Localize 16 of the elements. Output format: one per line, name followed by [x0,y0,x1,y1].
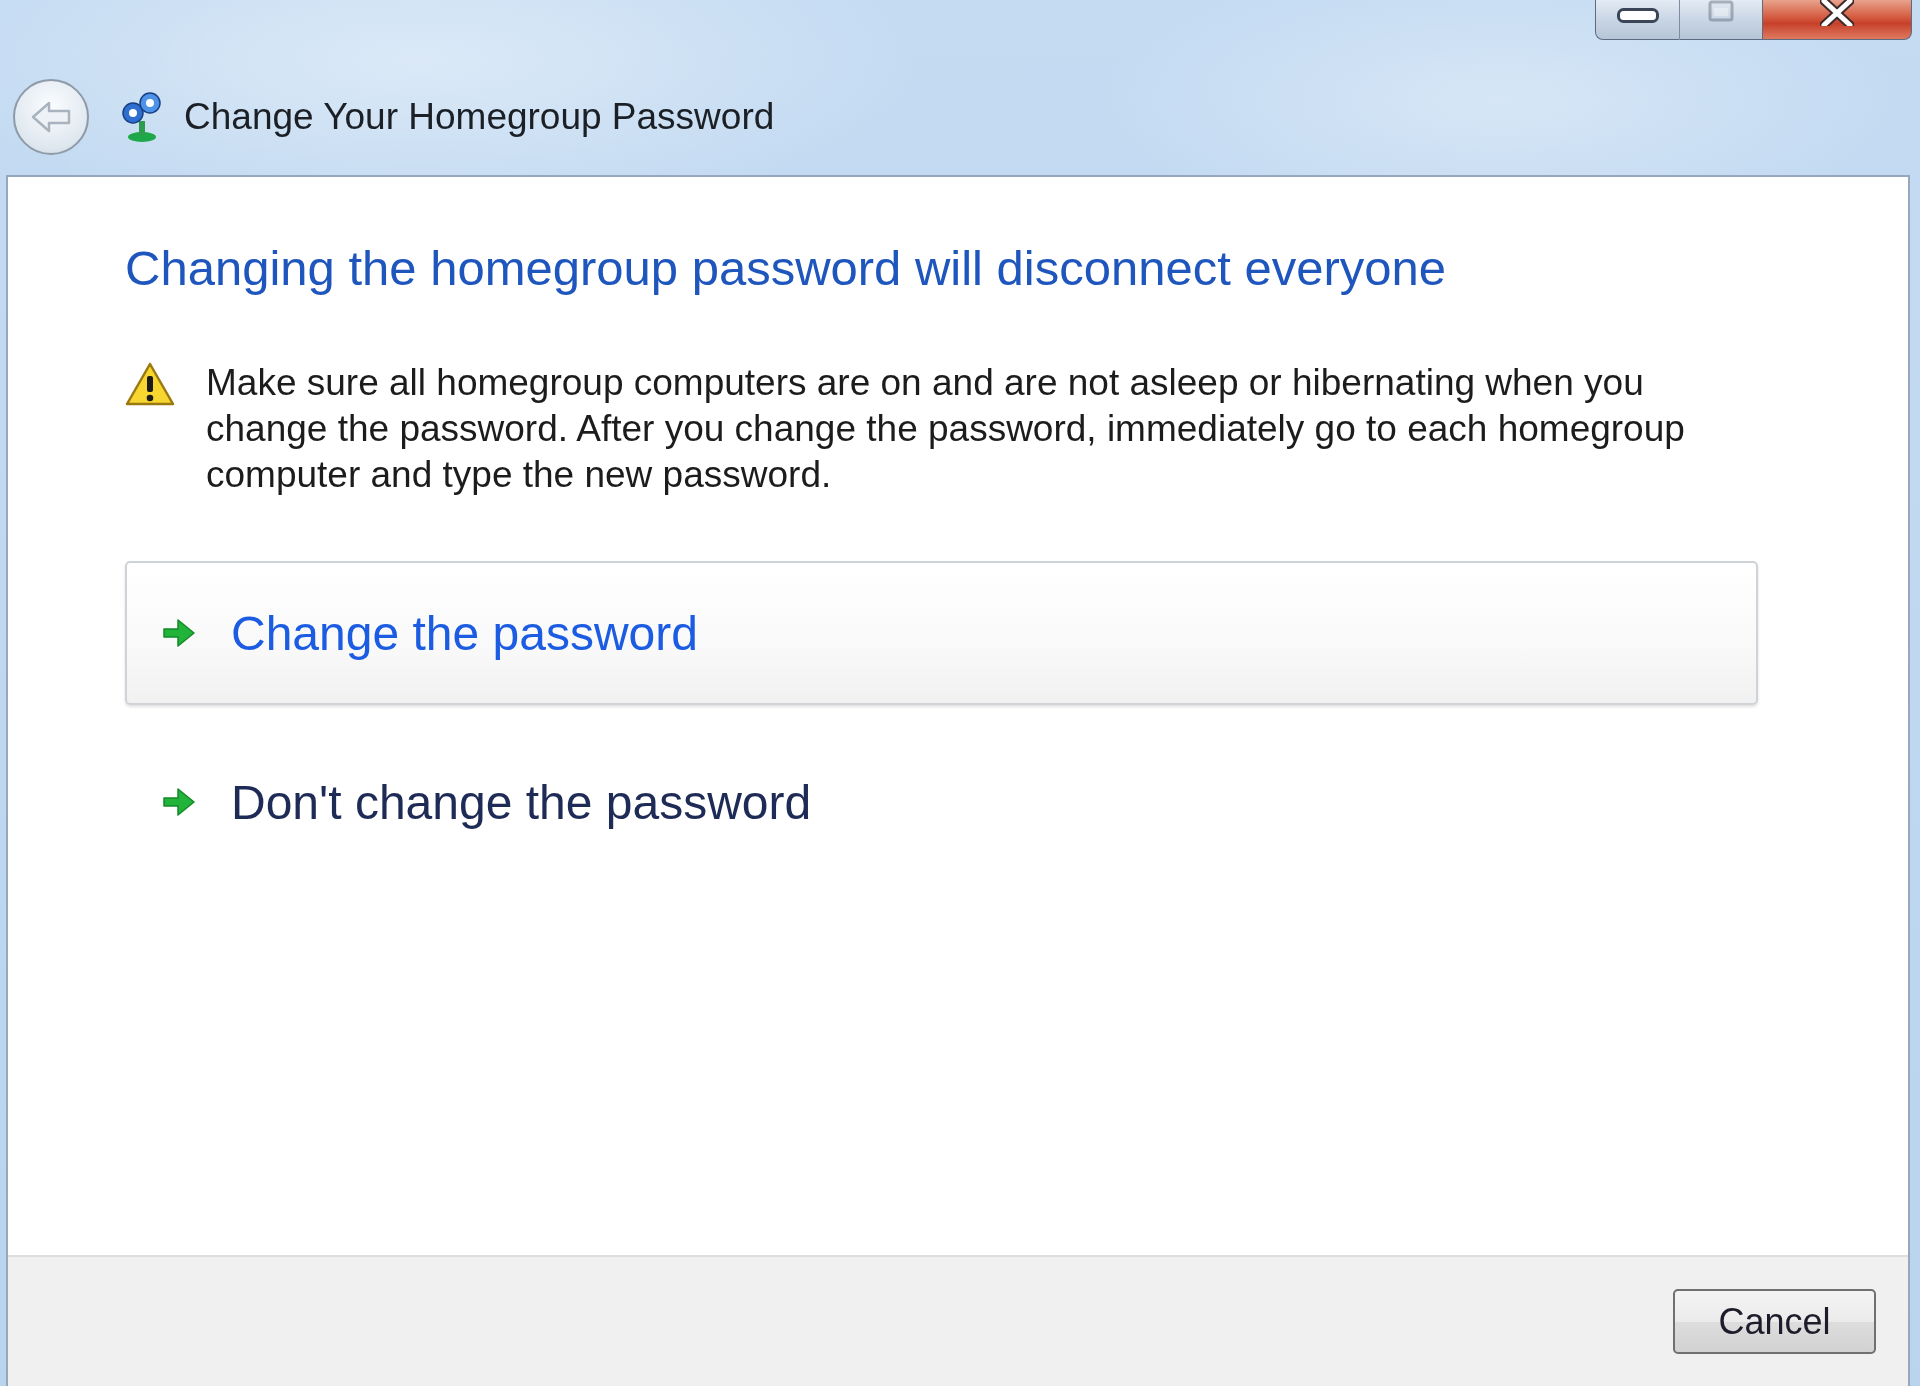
maximize-icon [1708,0,1734,22]
minimize-icon [1616,8,1659,23]
arrow-right-icon [161,785,197,819]
network-icon [120,91,164,143]
close-button[interactable] [1762,0,1912,40]
cancel-button[interactable]: Cancel [1673,1289,1876,1354]
warning-icon [125,362,175,406]
command-link[interactable]: Don't change the password [125,730,1758,874]
main-instruction: Changing the homegroup password will disconnect everyone [125,240,1447,296]
arrow-left-icon [31,101,71,133]
warning-text: Make sure all homegroup computers are on and are not asleep or hibernating when you change the password. After you change the password, immediately go to each homegroup computer and type the new password. [206,361,1686,497]
close-icon [1820,0,1854,26]
command-link[interactable]: Change the password [125,561,1758,705]
arrow-right-icon [161,616,197,650]
minimize-button[interactable] [1595,0,1680,40]
window-title: Change Your Homegroup Password [184,96,775,138]
